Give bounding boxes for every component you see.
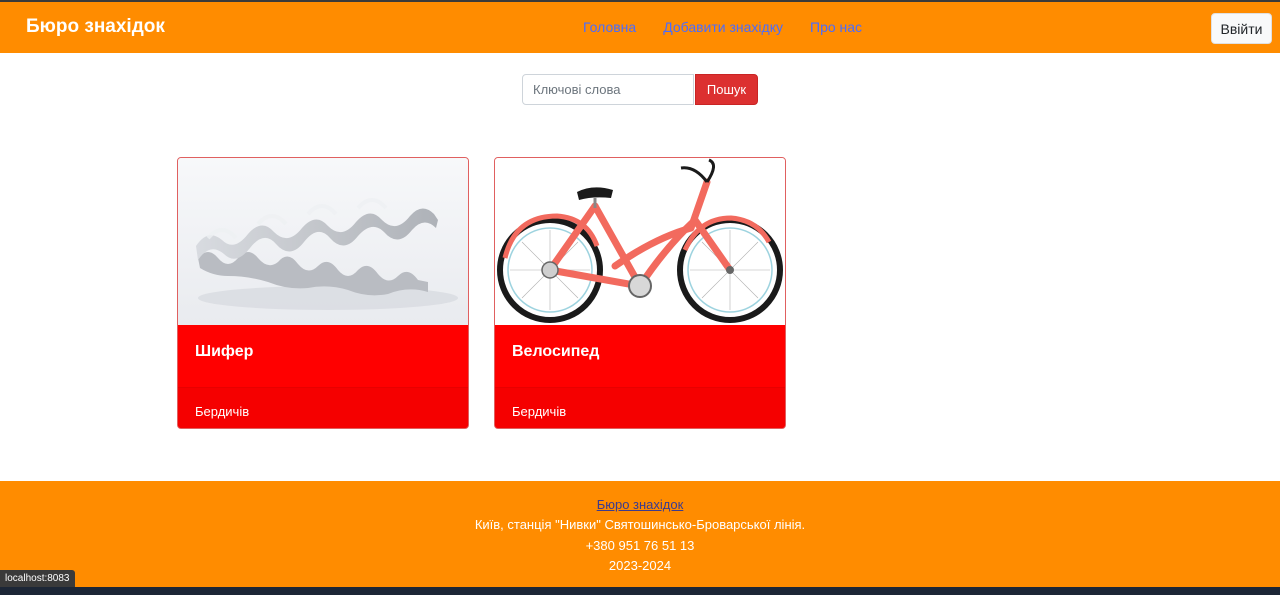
card-title[interactable]: Шифер [195, 343, 253, 361]
brand-link[interactable]: Бюро знахідок [26, 16, 165, 38]
card-body: Велосипед [495, 325, 785, 387]
card-footer: Бердичів [495, 387, 785, 428]
footer-address: Київ, станція "Нивки" Святошинсько-Брова… [474, 517, 806, 532]
nav-link-add-item[interactable]: Добавити знахідку [663, 19, 783, 35]
card-title[interactable]: Велосипед [512, 343, 599, 361]
site-footer: Бюро знахідок Київ, станція "Нивки" Свят… [0, 481, 1280, 587]
footer-years: 2023-2024 [608, 558, 672, 573]
card-city: Бердичів [512, 404, 567, 419]
card-body: Шифер [178, 325, 468, 387]
corrugated-slate-image [178, 158, 468, 325]
footer-brand-link[interactable]: Бюро знахідок [0, 497, 1280, 512]
card-image-bicycle[interactable] [495, 158, 785, 325]
item-card[interactable]: Шифер Бердичів [177, 157, 469, 429]
top-navbar: Бюро знахідок Головна Добавити знахідку … [0, 2, 1280, 53]
search-form: Пошук [522, 74, 758, 105]
nav-link-home[interactable]: Головна [583, 19, 636, 35]
login-button[interactable]: Ввійти [1211, 13, 1272, 44]
footer-phone: +380 951 76 51 13 [585, 538, 695, 553]
status-url-tooltip: localhost:8083 [0, 570, 75, 587]
card-image-slate[interactable] [178, 158, 468, 325]
search-input[interactable] [522, 74, 694, 105]
card-city: Бердичів [195, 404, 250, 419]
nav-link-about[interactable]: Про нас [810, 19, 862, 35]
bicycle-image [495, 158, 785, 325]
card-footer: Бердичів [178, 387, 468, 428]
os-taskbar [0, 587, 1280, 595]
nav-links: Головна Добавити знахідку Про нас [583, 19, 862, 35]
search-button[interactable]: Пошук [695, 74, 758, 105]
item-card[interactable]: Велосипед Бердичів [494, 157, 786, 429]
